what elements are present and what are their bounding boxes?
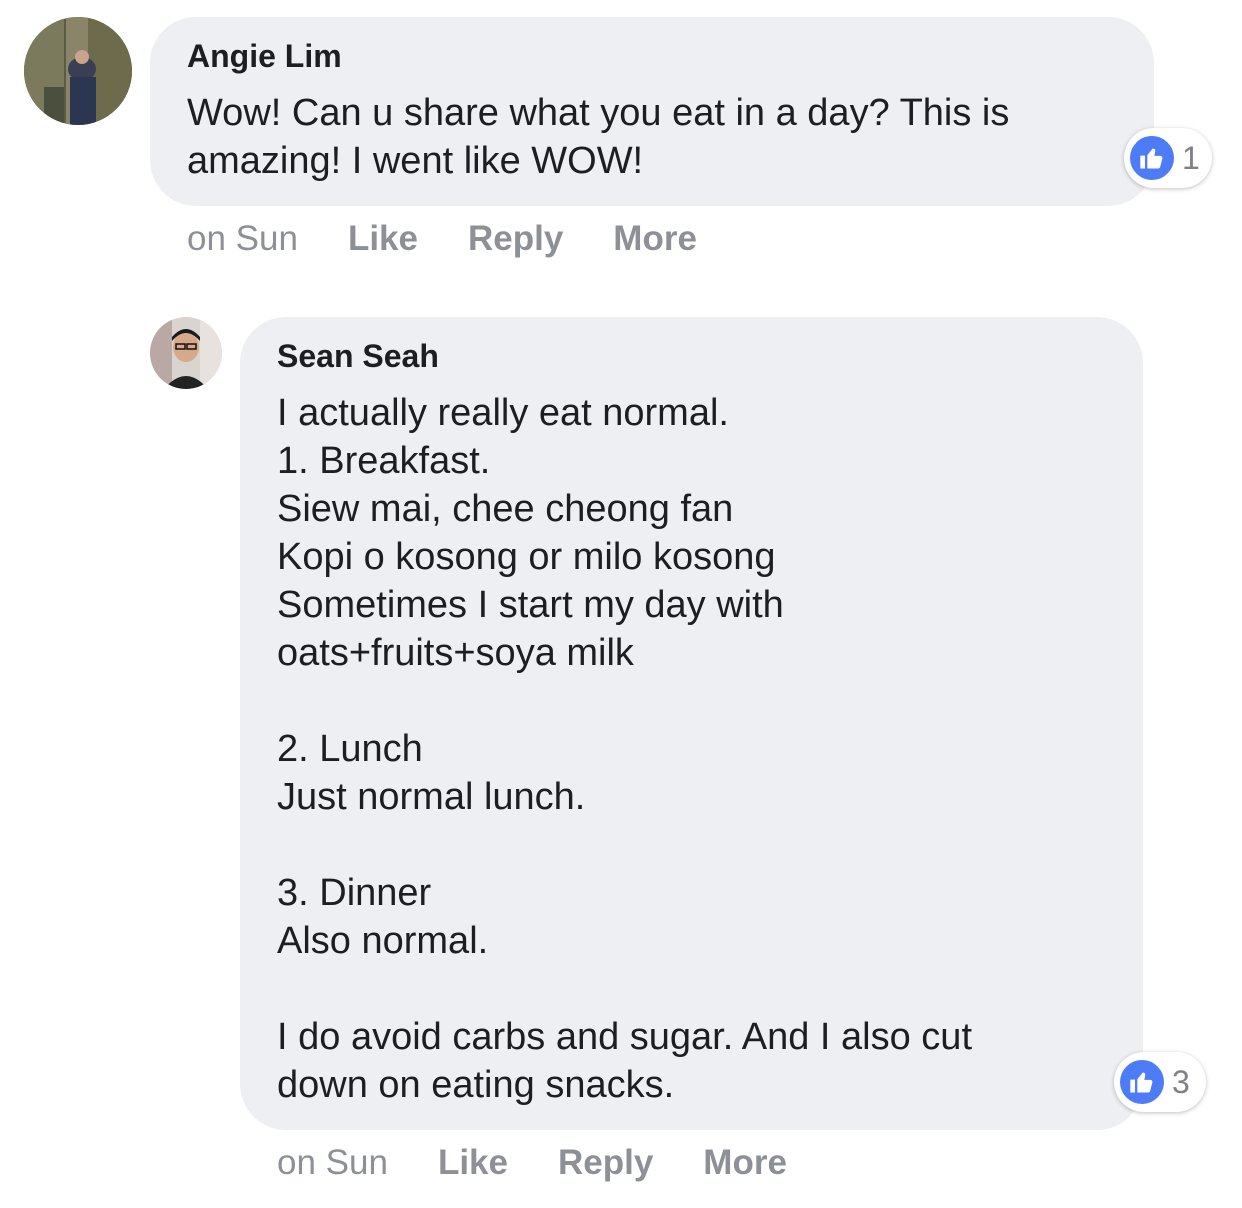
avatar-sean-seah[interactable] bbox=[150, 317, 222, 389]
profile-photo bbox=[24, 17, 132, 125]
comment-timestamp[interactable]: on Sun bbox=[187, 219, 298, 259]
thumbs-up-icon bbox=[1128, 134, 1176, 182]
comment-actions: on Sun Like Reply More bbox=[277, 1143, 837, 1183]
more-button[interactable]: More bbox=[703, 1143, 787, 1183]
comment-bubble: Angie Lim Wow! Can u share what you eat … bbox=[150, 17, 1154, 206]
reaction-count: 1 bbox=[1182, 140, 1200, 176]
comment-actions: on Sun Like Reply More bbox=[187, 219, 747, 259]
avatar-angie-lim[interactable] bbox=[24, 17, 132, 125]
profile-photo bbox=[150, 317, 222, 389]
comment-author[interactable]: Angie Lim bbox=[187, 37, 1118, 75]
reaction-count: 3 bbox=[1172, 1064, 1190, 1100]
comment-text: I actually really eat normal. 1. Breakfa… bbox=[277, 392, 973, 1106]
comment-text: Wow! Can u share what you eat in a day? … bbox=[187, 92, 1010, 182]
like-button[interactable]: Like bbox=[438, 1143, 508, 1183]
thumbs-up-icon bbox=[1118, 1058, 1166, 1106]
like-button[interactable]: Like bbox=[348, 219, 418, 259]
comment-bubble: Sean Seah I actually really eat normal. … bbox=[240, 317, 1143, 1130]
comment-author[interactable]: Sean Seah bbox=[277, 337, 1107, 375]
reply-button[interactable]: Reply bbox=[558, 1143, 653, 1183]
reply-button[interactable]: Reply bbox=[468, 219, 563, 259]
reaction-summary[interactable]: 1 bbox=[1124, 128, 1212, 188]
reaction-summary[interactable]: 3 bbox=[1114, 1052, 1206, 1112]
more-button[interactable]: More bbox=[613, 219, 697, 259]
comment-timestamp[interactable]: on Sun bbox=[277, 1143, 388, 1183]
